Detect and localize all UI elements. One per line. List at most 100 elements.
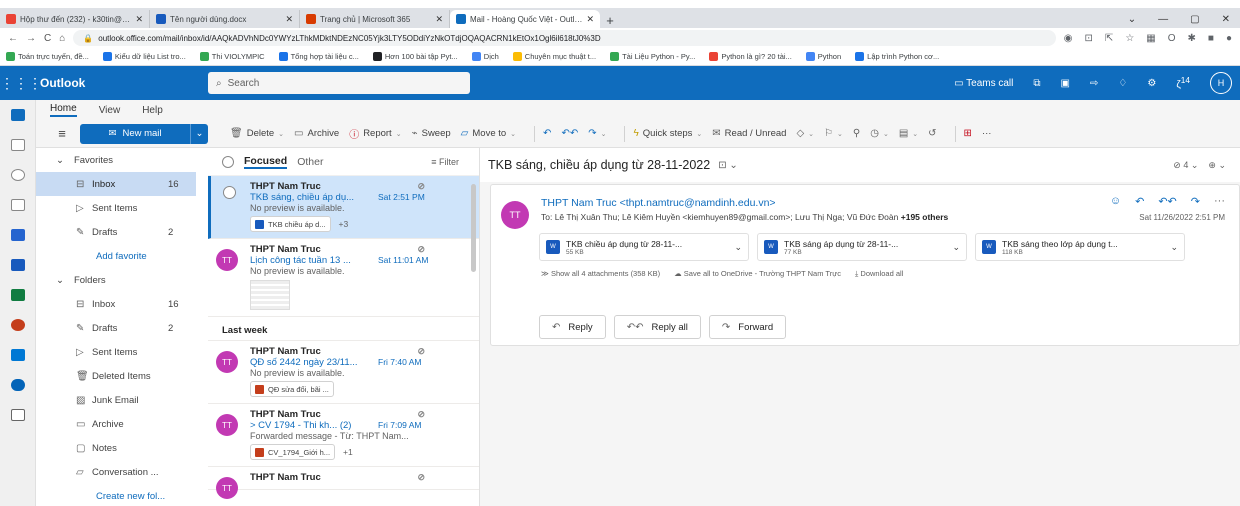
back-icon[interactable]: ← [8,33,18,44]
more-apps-icon[interactable] [0,400,36,430]
select-radio[interactable] [223,186,236,199]
favorites-header[interactable]: ⌄ Favorites [36,148,196,172]
eye-icon[interactable]: ◉ [1064,33,1073,44]
tab-home[interactable]: Home [50,103,77,117]
add-favorite-link[interactable]: Add favorite [36,244,196,268]
bookmark[interactable]: Lập trình Python cơ... [855,52,939,61]
message-item[interactable]: TT THPT Nam Truc ⊘ QĐ số 2442 ngày 23/11.… [208,341,479,404]
create-new-folder-link[interactable]: Create new fol... [36,484,196,506]
folder-archive[interactable]: ▭ Archive [36,412,196,436]
archive-button[interactable]: ▭ Archive [294,128,339,139]
zoom-icon[interactable]: ⊕ ⌄ [1208,160,1226,171]
browser-tab-m365[interactable]: Trang chủ | Microsoft 365 ✕ [300,10,450,28]
delete-button[interactable]: 🗑 Delete ⌄ [230,128,284,139]
folder-deleted-items[interactable]: 🗑 Deleted Items [36,364,196,388]
report-button[interactable]: ⓘ Report ⌄ [349,126,401,141]
sidepanel-icon[interactable]: ■ [1208,33,1214,44]
tab-search-icon[interactable]: ⌄ [1128,14,1136,25]
summary-icon[interactable]: ⊡ ⌄ [718,160,738,171]
tab-other[interactable]: Other [297,156,323,168]
more-recipients[interactable]: +195 others [901,212,949,222]
excel-app-icon[interactable] [0,280,36,310]
forward-button[interactable]: ↷ Forward [708,315,787,339]
attachment-thumbnail[interactable] [250,280,290,310]
bookmark[interactable]: Dịch [471,52,499,61]
extension-icon[interactable]: ▦ [1146,33,1155,44]
reply-button[interactable]: ↶ [543,128,551,139]
folder-drafts[interactable]: ✎ Drafts 2 [36,316,196,340]
chevron-down-icon[interactable]: ⌄ [734,242,742,253]
gear-icon[interactable]: ⚙ [1147,78,1156,89]
onedrive-app-icon[interactable] [0,370,36,400]
tab-help[interactable]: Help [142,105,163,116]
new-mail-button[interactable]: ✉ New mail [80,123,190,144]
menu-icon[interactable]: ≡ [50,126,74,141]
read-unread-button[interactable]: ✉ Read / Unread [712,128,786,139]
favorite-drafts[interactable]: ✎ Drafts 2 [36,220,196,244]
close-icon[interactable]: ✕ [135,14,143,25]
tab-focused[interactable]: Focused [244,155,288,169]
maximize-button[interactable]: ▢ [1190,14,1199,25]
email-sender[interactable]: THPT Nam Truc <thpt.namtruc@namdinh.edu.… [541,197,776,209]
show-all-attachments-link[interactable]: ≫ Show all 4 attachments (358 KB) [541,269,660,279]
teams-call-button[interactable]: ▭ Teams call [954,78,1013,89]
more-icon[interactable]: ··· [1214,195,1225,208]
word-app-icon[interactable]: ▣ [1061,78,1070,89]
categorize-button[interactable]: ◇ ⌄ [796,128,814,139]
browser-tab-gmail[interactable]: Hộp thư đến (232) - k30tin@gm... ✕ [0,10,150,28]
close-window-button[interactable]: ✕ [1222,14,1230,25]
sweep-button[interactable]: ⌁ Sweep [412,128,451,139]
select-all-checkbox[interactable] [222,155,234,168]
attachment-card[interactable]: W TKB sáng áp dụng từ 28-11-... 77 KB ⌄ [757,233,967,261]
reply-button[interactable]: ↶ Reply [539,315,606,339]
quick-steps-button[interactable]: ϟ Quick steps ⌄ [633,128,702,139]
message-item[interactable]: TT THPT Nam Truc ⊘ > CV 1794 - Thi kh... … [208,404,479,467]
minimize-button[interactable]: — [1158,14,1168,25]
close-icon[interactable]: ✕ [285,14,293,25]
reply-all-icon[interactable]: ↶↶ [1158,195,1176,208]
new-tab-button[interactable]: + [600,13,620,28]
attach-app-icon[interactable] [0,190,36,220]
chevron-down-icon[interactable]: ⌄ [952,242,960,253]
folder-sent-items[interactable]: ▷ Sent Items [36,340,196,364]
reply-icon[interactable]: ↶ [1135,195,1144,208]
word-app-icon[interactable] [0,250,36,280]
reload-icon[interactable]: C [44,33,51,44]
folder-notes[interactable]: ▢ Notes [36,436,196,460]
folder-inbox[interactable]: ⊟ Inbox 16 [36,292,196,316]
forward-icon[interactable]: → [26,33,36,44]
forward-button[interactable]: ↷ ⌄ [588,128,606,139]
todo-app-icon[interactable] [0,220,36,250]
calendar-app-icon[interactable] [0,130,36,160]
more-options-button[interactable]: ··· [982,128,992,139]
tips-icon[interactable]: ζ14 [1176,75,1190,90]
bookmark[interactable]: Python [805,52,841,61]
bookmark[interactable]: Tổng hợp tài liệu c... [278,52,359,61]
search-input[interactable]: ⌕ Search [208,72,470,94]
bookmark[interactable]: Hơn 100 bài tập Pyt... [372,52,458,61]
bookmark[interactable]: Tài Liệu Python - Py... [610,52,695,61]
message-item[interactable]: TT THPT Nam Truc ⊘ Lịch công tác tuần 13 … [208,239,479,317]
browser-tab-outlook[interactable]: Mail - Hoàng Quốc Việt - Outloo ✕ [450,10,600,28]
home-icon[interactable]: ⌂ [59,33,65,44]
install-icon[interactable]: ⊡ [1085,33,1093,44]
star-icon[interactable]: ☆ [1125,33,1134,44]
message-item[interactable]: THPT Nam Truc ⊘ TKB sáng, chiều áp dụ... S… [208,176,479,239]
download-all-link[interactable]: ⤓ Download all [855,269,903,279]
folder-junk-email[interactable]: ▨ Junk Email [36,388,196,412]
url-field[interactable]: 🔒 outlook.office.com/mail/inbox/id/AAQkA… [73,30,1056,46]
move-to-button[interactable]: ▱ Move to ⌄ [461,128,516,139]
profile-icon[interactable]: ● [1226,33,1232,44]
opera-icon[interactable]: O [1168,33,1176,44]
app-brand[interactable]: Outlook [36,76,206,90]
bell-icon[interactable]: ♢ [1118,78,1127,89]
attachment-chip[interactable]: TKB chiều áp d... [250,216,331,232]
bookmark[interactable]: Python là gì? 20 tài... [709,52,792,61]
snooze-button[interactable]: ◷ ⌄ [870,128,889,139]
favorite-inbox[interactable]: ⊟ Inbox 16 [36,172,196,196]
tab-view[interactable]: View [99,105,121,116]
mail-app-icon[interactable] [0,100,36,130]
attachment-chip[interactable]: CV_1794_Giới h... [250,444,336,460]
share-icon[interactable]: ⇱ [1105,33,1113,44]
bookmark[interactable]: Chuyên mục thuật t... [512,52,596,61]
